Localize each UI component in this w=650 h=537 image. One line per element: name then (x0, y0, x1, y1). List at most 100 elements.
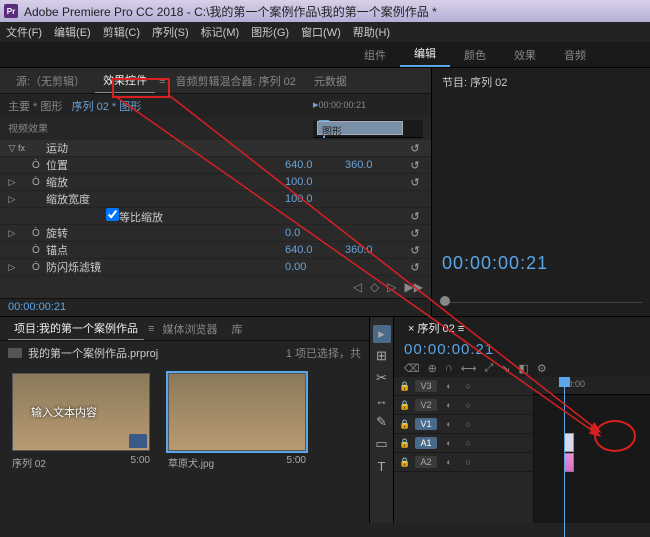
menu-item[interactable]: 标记(M) (201, 24, 240, 40)
track-toggle[interactable]: ◐ (440, 381, 458, 391)
tool-button[interactable]: T (373, 457, 391, 475)
audio-clip[interactable] (564, 453, 574, 472)
tool-button[interactable]: ▭ (373, 435, 391, 453)
source-panel-tab[interactable]: 音频剪辑混合器: 序列 02 (167, 69, 303, 93)
lock-icon[interactable]: 🔒 (398, 438, 412, 449)
reset-icon[interactable]: ↺ (405, 261, 425, 274)
uniform-scale-checkbox[interactable] (106, 208, 119, 221)
workspace-tab[interactable]: 组件 (350, 43, 400, 67)
next-keyframe-icon[interactable]: ▷ (387, 280, 396, 294)
menu-item[interactable]: 剪辑(C) (103, 24, 140, 40)
timeline-content[interactable]: :00:00 (534, 377, 650, 523)
stopwatch-icon[interactable]: Ò (32, 160, 46, 171)
twirl-icon[interactable]: ▷ (6, 262, 18, 273)
tool-button[interactable]: ✂ (373, 369, 391, 387)
workspace-tab[interactable]: 颜色 (450, 43, 500, 67)
stopwatch-icon[interactable]: Ò (32, 228, 46, 239)
timeline-option-icon[interactable]: ↘ (501, 362, 510, 375)
track-target[interactable]: A1 (415, 437, 437, 449)
tool-button[interactable]: ↔ (373, 391, 391, 409)
lock-icon[interactable]: 🔒 (398, 400, 412, 411)
tool-button[interactable]: ✎ (373, 413, 391, 431)
track-toggle[interactable]: ◐ (440, 438, 458, 448)
workspace-tab[interactable]: 编辑 (400, 41, 450, 67)
reset-icon[interactable]: ↺ (405, 159, 425, 172)
track-toggle[interactable]: ◐ (440, 400, 458, 410)
menu-item[interactable]: 图形(G) (251, 24, 289, 40)
project-item[interactable]: 草原犬.jpg5:00 (168, 373, 306, 470)
menu-item[interactable]: 序列(S) (152, 24, 189, 40)
source-timecode[interactable]: 00:00:00:21 (0, 298, 431, 316)
track-target[interactable]: V1 (415, 418, 437, 430)
stopwatch-icon[interactable]: Ò (32, 262, 46, 273)
track-toggle[interactable]: ◐ (440, 419, 458, 429)
program-scrubber[interactable] (440, 282, 642, 312)
video-clip[interactable] (564, 433, 574, 452)
timeline-option-icon[interactable]: ◧ (519, 362, 529, 375)
timeline-option-icon[interactable]: ∩ (445, 362, 453, 375)
playhead-toggle-icon[interactable]: ▶▶ (405, 280, 423, 294)
timeline-timecode[interactable]: 00:00:00:21 (394, 339, 650, 360)
property-value-2[interactable]: 360.0 (345, 244, 405, 256)
menu-item[interactable]: 编辑(E) (54, 24, 91, 40)
twirl-icon[interactable]: ▷ (6, 194, 18, 205)
sequence-tab[interactable]: × 序列 02 ≡ (402, 318, 470, 338)
menu-item[interactable]: 窗口(W) (301, 24, 341, 40)
time-ruler[interactable]: :00:00 (534, 377, 650, 395)
eye-icon[interactable]: ○ (461, 419, 475, 429)
workspace-tab[interactable]: 音频 (550, 43, 600, 67)
source-panel-tab[interactable]: 效果控件 (95, 68, 155, 93)
workspace-tab[interactable]: 效果 (500, 43, 550, 67)
property-value-2[interactable]: 360.0 (345, 159, 405, 171)
lock-icon[interactable]: 🔒 (398, 457, 412, 468)
stopwatch-icon[interactable]: Ò (32, 177, 46, 188)
property-value[interactable]: 0.00 (285, 261, 345, 273)
prev-keyframe-icon[interactable]: ◁ (353, 280, 362, 294)
lock-icon[interactable]: 🔒 (398, 381, 412, 392)
track-target[interactable]: V3 (415, 380, 437, 392)
project-tab[interactable]: 媒体浏览器 (156, 318, 223, 340)
lock-icon[interactable]: 🔒 (398, 419, 412, 430)
property-value[interactable]: 640.0 (285, 159, 345, 171)
menu-item[interactable]: 文件(F) (6, 24, 42, 40)
twirl-icon[interactable]: ▷ (6, 177, 18, 188)
source-panel-tab[interactable]: 源:（无剪辑） (8, 69, 93, 93)
twirl-icon[interactable]: ▽ (6, 143, 18, 154)
track-target[interactable]: A2 (415, 456, 437, 468)
timeline-option-icon[interactable]: ⚙ (537, 362, 547, 375)
mini-clip[interactable]: 图形 (317, 121, 403, 135)
project-tab[interactable]: 项目:我的第一个案例作品 (8, 317, 144, 340)
property-value[interactable]: 100.0 (285, 193, 345, 205)
track-toggle[interactable]: ◐ (440, 457, 458, 467)
add-keyframe-icon[interactable]: ◇ (370, 280, 379, 294)
tab-menu-icon[interactable]: ≡ (159, 75, 165, 87)
project-tab[interactable]: 库 (225, 318, 248, 340)
tool-button[interactable]: ▸ (373, 325, 391, 343)
reset-icon[interactable]: ↺ (405, 210, 425, 223)
bin-icon[interactable] (8, 348, 22, 358)
eye-icon[interactable]: ○ (461, 438, 475, 448)
source-panel-tab[interactable]: 元数据 (306, 69, 355, 93)
eye-icon[interactable]: ○ (461, 400, 475, 410)
track-target[interactable]: V2 (415, 399, 437, 411)
tab-menu-icon[interactable]: ≡ (148, 323, 154, 335)
program-timecode[interactable]: 00:00:00:21 (432, 249, 650, 278)
reset-icon[interactable]: ↺ (405, 227, 425, 240)
eye-icon[interactable]: ○ (461, 457, 475, 467)
timeline-option-icon[interactable]: ⊕ (428, 362, 437, 375)
timeline-option-icon[interactable]: ⌫ (404, 362, 420, 375)
reset-icon[interactable]: ↺ (405, 142, 425, 155)
property-value[interactable]: 640.0 (285, 244, 345, 256)
reset-icon[interactable]: ↺ (405, 176, 425, 189)
twirl-icon[interactable]: ▷ (6, 228, 18, 239)
project-item[interactable]: 输入文本内容序列 025:00 (12, 373, 150, 470)
menu-item[interactable]: 帮助(H) (353, 24, 390, 40)
timeline-playhead[interactable] (564, 377, 565, 537)
property-value[interactable]: 0.0 (285, 227, 345, 239)
stopwatch-icon[interactable]: Ò (32, 245, 46, 256)
property-value[interactable]: 100.0 (285, 176, 345, 188)
timeline-option-icon[interactable]: ⟷ (461, 362, 477, 375)
eye-icon[interactable]: ○ (461, 381, 475, 391)
reset-icon[interactable]: ↺ (405, 244, 425, 257)
timeline-option-icon[interactable]: ⤢ (484, 362, 493, 375)
